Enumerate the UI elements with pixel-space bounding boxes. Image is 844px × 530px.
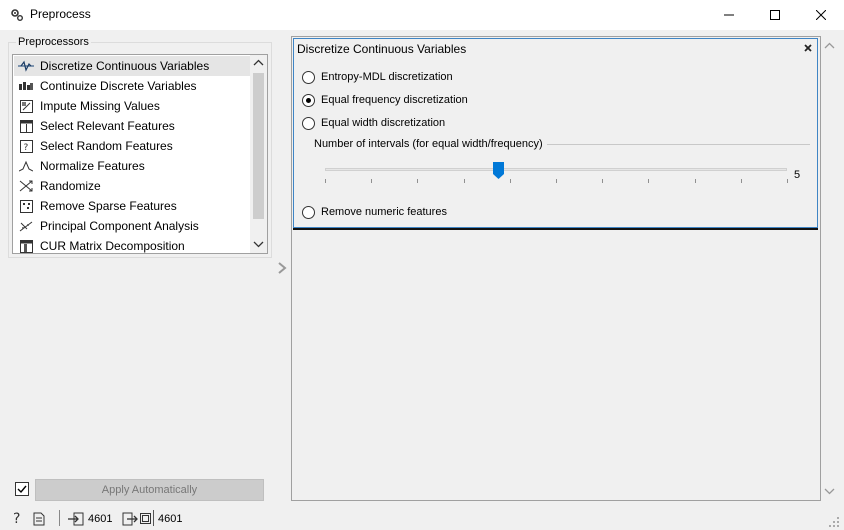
radio-entropy-mdl[interactable] [302,70,315,84]
output-count: 4601 [158,513,183,525]
report-icon[interactable] [33,512,45,529]
option-equal-frequency[interactable]: Equal frequency discretization [302,92,468,108]
option-label: Entropy-MDL discretization [321,71,453,83]
editor-divider [293,228,818,230]
status-divider [153,510,154,526]
list-item-remove-sparse[interactable]: Remove Sparse Features [14,196,250,216]
list-item-randomize[interactable]: Randomize [14,176,250,196]
svg-text:?: ? [13,511,20,526]
intervals-slider-handle[interactable] [493,162,504,179]
option-label: Equal frequency discretization [321,94,468,106]
option-equal-width[interactable]: Equal width discretization [302,115,445,131]
chevron-down-icon[interactable] [823,485,836,497]
minimize-button[interactable] [706,0,752,30]
option-remove-numeric[interactable]: Remove numeric features [302,204,447,220]
slider-tick [741,179,742,183]
list-item-label: Discretize Continuous Variables [40,59,210,73]
list-item-label: Continuize Discrete Variables [40,79,197,93]
slider-tick [602,179,603,183]
list-item-select-random[interactable]: ? Select Random Features [14,136,250,156]
maximize-icon [770,10,780,20]
input-data-icon [68,512,84,529]
list-item-continuize[interactable]: Continuize Discrete Variables [14,76,250,96]
slider-tick [510,179,511,183]
preprocessors-list[interactable]: Discretize Continuous Variables Continui… [12,54,268,254]
close-icon[interactable] [802,42,814,54]
minimize-icon [724,14,734,16]
list-item-label: CUR Matrix Decomposition [40,239,185,253]
list-item-label: Principal Component Analysis [40,219,199,233]
list-item-pca[interactable]: Principal Component Analysis [14,216,250,236]
select-relevant-icon [18,118,34,134]
option-entropy-mdl[interactable]: Entropy-MDL discretization [302,69,453,85]
impute-icon [18,98,34,114]
list-item-cur[interactable]: CUR Matrix Decomposition [14,236,250,253]
slider-tick [787,179,788,183]
list-item-impute[interactable]: Impute Missing Values [14,96,250,116]
randomize-icon [18,178,34,194]
list-scrollbar[interactable] [250,55,267,253]
status-divider [59,510,60,526]
slider-tick [325,179,326,183]
chevron-up-icon[interactable] [252,57,265,69]
select-random-icon: ? [18,138,34,154]
option-label: Remove numeric features [321,206,447,218]
preprocessors-label: Preprocessors [16,36,91,48]
chevron-down-icon[interactable] [252,238,265,250]
list-item-label: Normalize Features [40,159,145,173]
discretize-title: Discretize Continuous Variables [297,42,467,56]
svg-text:?: ? [23,143,28,153]
close-icon [816,10,826,20]
chevron-up-icon[interactable] [823,40,836,52]
slider-tick [648,179,649,183]
list-item-label: Select Random Features [40,139,173,153]
intervals-label: Number of intervals (for equal width/fre… [314,138,547,150]
resize-grip-icon[interactable] [826,514,840,528]
list-item-label: Randomize [40,179,101,193]
list-item-select-relevant[interactable]: Select Relevant Features [14,116,250,136]
radio-equal-frequency[interactable] [302,93,315,107]
data-table-icon [140,512,151,527]
slider-tick [417,179,418,183]
slider-tick [695,179,696,183]
normalize-icon [18,158,34,174]
window-title: Preprocess [30,7,91,21]
radio-equal-width[interactable] [302,116,315,130]
slider-tick [371,179,372,183]
cur-icon [18,238,34,253]
intervals-slider-track[interactable] [325,168,787,171]
slider-tick [464,179,465,183]
gears-icon [10,8,24,22]
remove-sparse-icon [18,198,34,214]
list-item-label: Remove Sparse Features [40,199,177,213]
list-item-normalize[interactable]: Normalize Features [14,156,250,176]
scrollbar-thumb[interactable] [253,73,264,219]
chevron-right-icon [276,261,288,275]
discretize-icon [18,58,34,74]
continuize-icon [18,78,34,94]
output-data-icon [122,512,138,529]
maximize-button[interactable] [752,0,798,30]
apply-automatically-checkbox[interactable] [15,482,29,496]
apply-automatically-button[interactable]: Apply Automatically [35,479,264,501]
pca-icon [18,218,34,234]
help-icon[interactable]: ? [12,510,24,529]
list-item-label: Select Relevant Features [40,119,175,133]
radio-remove-numeric[interactable] [302,205,315,219]
editor-scrollbar[interactable] [821,36,838,501]
discretize-editor: Discretize Continuous Variables Entropy-… [293,38,818,228]
list-item-discretize[interactable]: Discretize Continuous Variables [14,56,250,76]
option-label: Equal width discretization [321,117,446,129]
slider-tick [556,179,557,183]
close-button[interactable] [798,0,844,30]
list-item-label: Impute Missing Values [40,99,160,113]
intervals-value: 5 [794,169,801,181]
input-count: 4601 [88,513,113,525]
